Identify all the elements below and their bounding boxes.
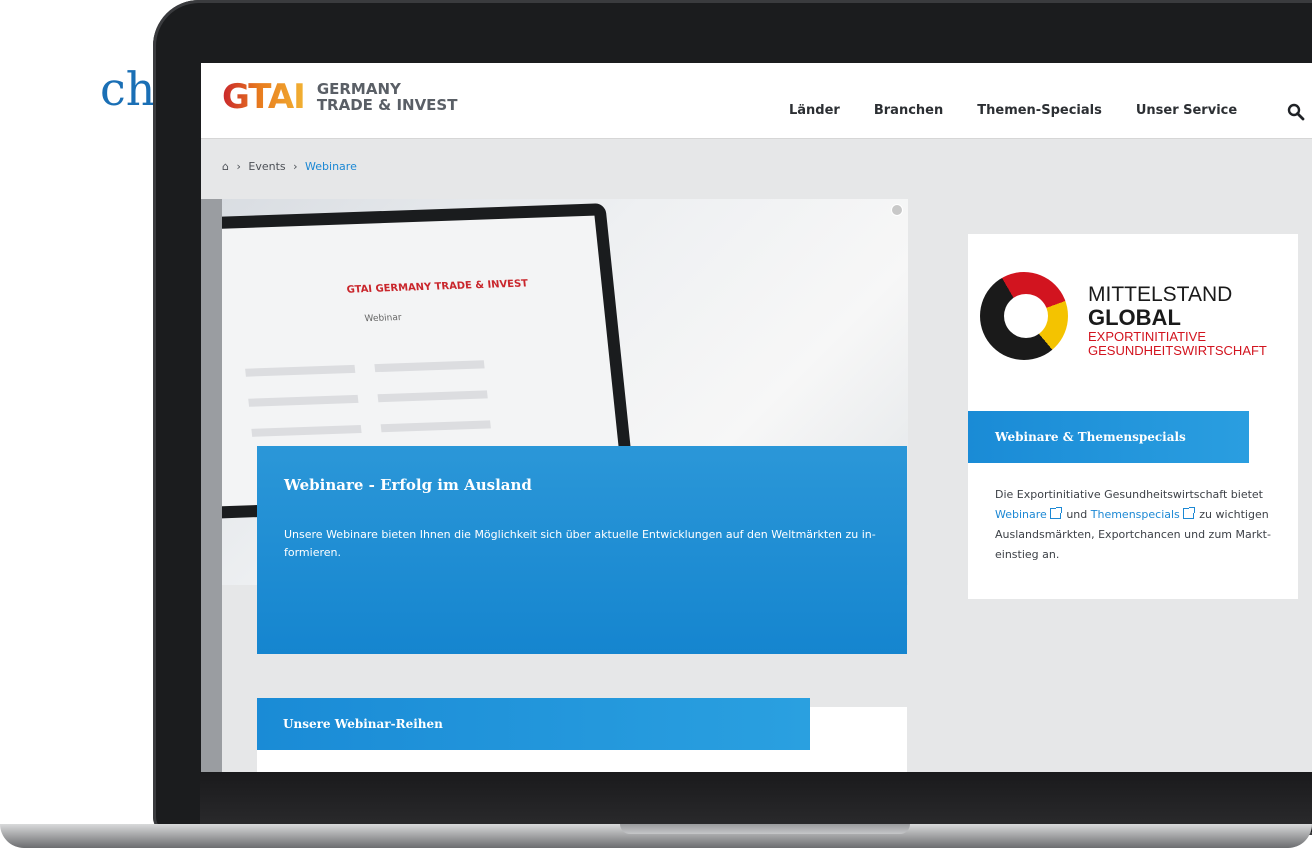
side-heading: Webinare & Themenspecials (995, 430, 1186, 444)
form-line (377, 390, 488, 403)
hero-mini-logo: GTAI GERMANY TRADE & INVEST (346, 278, 529, 296)
side-text-mid: und (1066, 508, 1088, 521)
breadcrumb-webinare: Webinare (305, 160, 357, 173)
hero-teaser-card: Webinare - Erfolg im Ausland Unsere Webi… (257, 446, 907, 654)
webinar-reihen-band: Unsere Webinar-Reihen (257, 698, 810, 750)
logo-gesundheitswirtschaft: GESUNDHEITSWIRTSCHAFT (1088, 343, 1267, 358)
hero-title: Webinare - Erfolg im Ausland (284, 476, 532, 494)
form-line (245, 364, 356, 377)
home-icon[interactable]: ⌂ (222, 160, 229, 173)
main-nav: Länder Branchen Themen-Specials Unser Se… (789, 103, 1271, 118)
nav-item-branchen[interactable]: Branchen (874, 103, 943, 118)
gtai-logo-mark: GTAI (222, 77, 306, 117)
logo-global: GLOBAL (1088, 305, 1181, 330)
gtai-logo-text: GERMANY TRADE & INVEST (317, 81, 458, 113)
form-line (374, 360, 485, 373)
laptop-bezel-bottom (200, 772, 1312, 828)
laptop-screen: GTAI GERMANY TRADE & INVEST Länder Branc… (201, 63, 1312, 772)
site-header: GTAI GERMANY TRADE & INVEST Länder Branc… (201, 63, 1312, 139)
hero-mini-title: Webinar (364, 312, 403, 325)
side-description: Die Exportinitiative Gesundheitswirtscha… (995, 485, 1285, 565)
hero-description: Unsere Webinare bieten Ihnen die Möglich… (284, 528, 876, 559)
breadcrumb-separator: › (236, 160, 241, 173)
webinare-link[interactable]: Webinare (995, 508, 1047, 521)
logo-exportinitiative: EXPORTINITIATIVE (1088, 329, 1206, 344)
side-text-prefix: Die Exportinitiative Gesundheitswirtscha… (995, 488, 1263, 501)
side-heading-band: Webinare & Themenspecials (968, 411, 1249, 463)
mittelstand-global-logo: MITTELSTAND GLOBAL EXPORTINITIATIVE GESU… (1088, 284, 1267, 358)
logo-inner-cutout (1004, 294, 1048, 338)
logo-mittelstand: MITTELSTAND (1088, 283, 1233, 306)
gtai-logo[interactable]: GTAI GERMANY TRADE & INVEST (222, 77, 457, 117)
side-info-card: MITTELSTAND GLOBAL EXPORTINITIATIVE GESU… (968, 234, 1298, 599)
nav-item-themen-specials[interactable]: Themen-Specials (977, 103, 1102, 118)
form-line (248, 394, 359, 407)
external-link-icon (1049, 507, 1062, 519)
webinar-reihen-heading: Unsere Webinar-Reihen (283, 717, 443, 731)
copyright-icon[interactable] (891, 204, 903, 216)
external-link-icon (1182, 507, 1195, 519)
breadcrumb-separator: › (293, 160, 298, 173)
form-line (380, 420, 491, 433)
left-gutter (201, 199, 222, 772)
themenspecials-link[interactable]: Themenspecials (1091, 508, 1180, 521)
nav-item-laender[interactable]: Länder (789, 103, 840, 118)
breadcrumb-events[interactable]: Events (248, 160, 285, 173)
logo-line-2: TRADE & INVEST (316, 96, 458, 114)
nav-item-unser-service[interactable]: Unser Service (1136, 103, 1237, 118)
form-line (251, 424, 362, 437)
search-icon[interactable] (1287, 103, 1305, 121)
laptop-notch (620, 824, 910, 834)
breadcrumb: ⌂ › Events › Webinare (222, 160, 357, 173)
